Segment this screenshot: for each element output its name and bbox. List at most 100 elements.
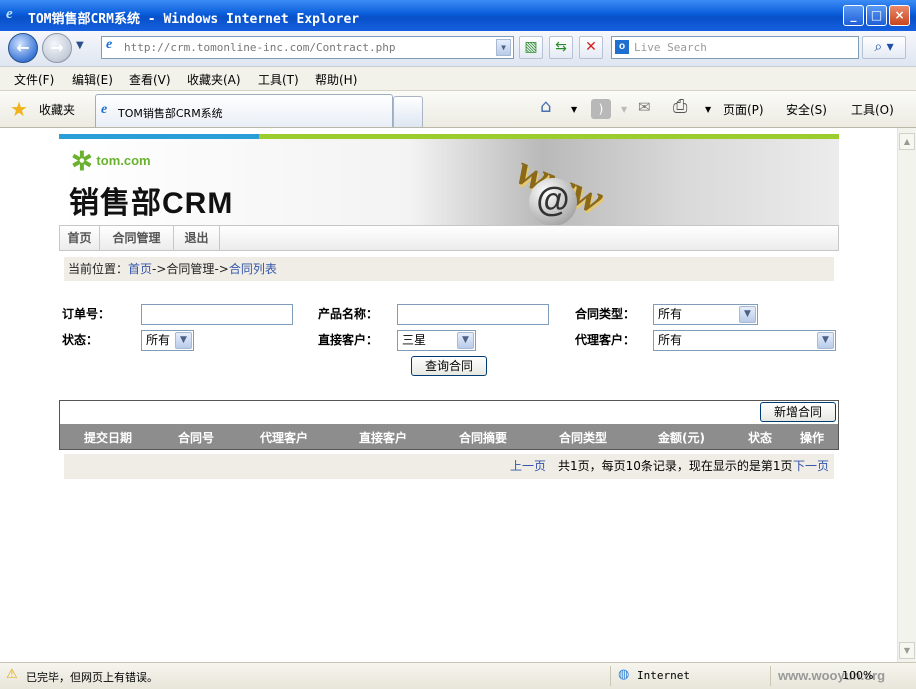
search-placeholder: Live Search: [634, 41, 707, 54]
refresh-icon[interactable]: ⇆: [549, 36, 573, 59]
order-no-input[interactable]: [141, 304, 293, 325]
favorites-button[interactable]: 收藏夹: [39, 101, 75, 118]
order-no-label: 订单号：: [62, 307, 111, 321]
tom-logo: ✲ tom.com: [71, 146, 151, 177]
search-input[interactable]: o Live Search: [611, 36, 859, 59]
status-select[interactable]: 所有 ▼: [141, 330, 194, 351]
menu-edit[interactable]: 编辑(E): [72, 71, 113, 88]
breadcrumb-home[interactable]: 首页: [128, 262, 152, 276]
query-contract-button[interactable]: 查询合同: [411, 356, 487, 376]
banner: ✲ tom.com 销售部CRM www @: [59, 134, 839, 225]
chevron-down-icon[interactable]: ▼: [739, 306, 756, 323]
page-menu[interactable]: 页面(P): [723, 101, 764, 118]
scroll-up-icon[interactable]: ▲: [899, 133, 915, 150]
tab-title: TOM销售部CRM系统: [118, 107, 223, 120]
zoom-level[interactable]: 100%: [842, 669, 873, 682]
direct-customer-label: 直接客户：: [318, 333, 379, 347]
address-toolbar: ← → ▼ e http://crm.tomonline-inc.com/Con…: [0, 31, 916, 67]
close-button[interactable]: ×: [889, 5, 910, 26]
live-search-icon: o: [615, 40, 629, 54]
col-contract-no: 合同号: [178, 431, 215, 445]
status-text: 已完毕，但网页上有错误。: [26, 671, 158, 684]
breadcrumb-separator: ->: [152, 262, 167, 276]
window-title: TOM销售部CRM系统 - Windows Internet Explorer: [28, 12, 360, 27]
feeds-icon[interactable]: ): [591, 99, 611, 119]
maximize-button[interactable]: □: [866, 5, 887, 26]
page-icon: e: [106, 37, 113, 52]
address-dropdown-icon[interactable]: ▼: [496, 39, 511, 56]
minimize-button[interactable]: _: [843, 5, 864, 26]
menu-favorites[interactable]: 收藏夹(A): [187, 71, 241, 88]
chevron-down-icon[interactable]: ▼: [457, 332, 474, 349]
breadcrumb: 当前位置：首页->合同管理->合同列表: [64, 257, 834, 281]
menu-view[interactable]: 查看(V): [129, 71, 171, 88]
favorites-star-icon[interactable]: ★: [10, 97, 28, 121]
product-name-label: 产品名称：: [318, 307, 379, 321]
contract-type-select[interactable]: 所有 ▼: [653, 304, 758, 325]
back-button[interactable]: ←: [8, 33, 38, 63]
tab-active[interactable]: e TOM销售部CRM系统: [95, 94, 393, 127]
prev-page-link[interactable]: 上一页: [510, 454, 546, 479]
print-dropdown-icon[interactable]: ▼: [705, 105, 711, 114]
breadcrumb-contract-management: 合同管理: [166, 262, 215, 276]
forward-button[interactable]: →: [42, 33, 72, 63]
home-dropdown-icon[interactable]: ▼: [571, 105, 577, 114]
contract-type-label: 合同类型：: [575, 307, 636, 321]
internet-zone-icon: ◍: [618, 667, 630, 682]
status-label: 状态：: [62, 333, 99, 347]
new-tab-button[interactable]: [393, 96, 423, 127]
menu-tools[interactable]: 工具(T): [258, 71, 299, 88]
scroll-down-icon[interactable]: ▼: [899, 642, 915, 659]
feeds-dropdown-icon: ▼: [621, 105, 628, 114]
compatibility-icon[interactable]: ▧: [519, 36, 543, 59]
pagination-info: 共1页，每页10条记录，现在显示的是第1页: [558, 459, 793, 473]
nav-home[interactable]: 首页: [60, 226, 100, 250]
banner-stripe-green: [259, 134, 839, 139]
nav-logout[interactable]: 退出: [174, 226, 220, 250]
agent-customer-select[interactable]: 所有 ▼: [653, 330, 836, 351]
col-contract-summary: 合同摘要: [459, 431, 508, 445]
status-divider: [610, 666, 611, 686]
main-nav: 首页 合同管理 退出: [59, 225, 839, 251]
menu-file[interactable]: 文件(F): [14, 71, 54, 88]
page-content: ✲ tom.com 销售部CRM www @ 首页 合同管理 退出 当前位置：首…: [0, 128, 897, 662]
zone-text: Internet: [637, 669, 690, 682]
pagination: 上一页 共1页，每页10条记录，现在显示的是第1页 下一页: [64, 454, 834, 479]
col-actions: 操作: [800, 431, 825, 445]
stop-icon[interactable]: ✕: [579, 36, 603, 59]
breadcrumb-prefix: 当前位置：: [68, 262, 129, 276]
chevron-down-icon[interactable]: ▼: [175, 332, 192, 349]
ie-logo-icon: e: [6, 6, 13, 22]
menu-help[interactable]: 帮助(H): [315, 71, 357, 88]
history-dropdown-icon[interactable]: ▼: [76, 40, 84, 51]
nav-contract-management[interactable]: 合同管理: [100, 226, 174, 250]
col-direct-customer: 直接客户: [359, 431, 408, 445]
status-value: 所有: [146, 333, 171, 347]
warning-icon[interactable]: ⚠: [6, 667, 18, 682]
add-contract-button[interactable]: 新增合同: [760, 402, 836, 422]
direct-customer-select[interactable]: 三星 ▼: [397, 330, 476, 351]
tab-bar: ★ 收藏夹 e TOM销售部CRM系统 ⌂ ▼ ) ▼ ✉ ⎙ ▼ 页面(P) …: [0, 91, 916, 128]
breadcrumb-contract-list[interactable]: 合同列表: [229, 262, 277, 276]
mail-icon[interactable]: ✉: [638, 98, 651, 116]
chevron-down-icon[interactable]: ▼: [817, 332, 834, 349]
address-input[interactable]: e http://crm.tomonline-inc.com/Contract.…: [101, 36, 514, 59]
address-url-text: http://crm.tomonline-inc.com/Contract.ph…: [124, 41, 396, 54]
search-button[interactable]: ⌕ ▾: [862, 36, 906, 59]
breadcrumb-separator: ->: [214, 262, 229, 276]
col-status: 状态: [748, 431, 773, 445]
safety-menu[interactable]: 安全(S): [786, 101, 827, 118]
vertical-scrollbar[interactable]: ▲ ▼: [897, 128, 916, 662]
next-page-link[interactable]: 下一页: [793, 454, 829, 479]
status-divider: [770, 666, 771, 686]
home-icon[interactable]: ⌂: [540, 96, 551, 117]
tools-menu[interactable]: 工具(O): [851, 101, 894, 118]
col-contract-type: 合同类型: [559, 431, 608, 445]
agent-customer-label: 代理客户：: [575, 333, 636, 347]
print-icon[interactable]: ⎙: [673, 96, 687, 117]
app-title: 销售部CRM: [69, 187, 234, 220]
col-submit-date: 提交日期: [84, 431, 133, 445]
tab-page-icon: e: [101, 102, 108, 117]
product-name-input[interactable]: [397, 304, 549, 325]
banner-stripe-blue: [59, 134, 259, 139]
